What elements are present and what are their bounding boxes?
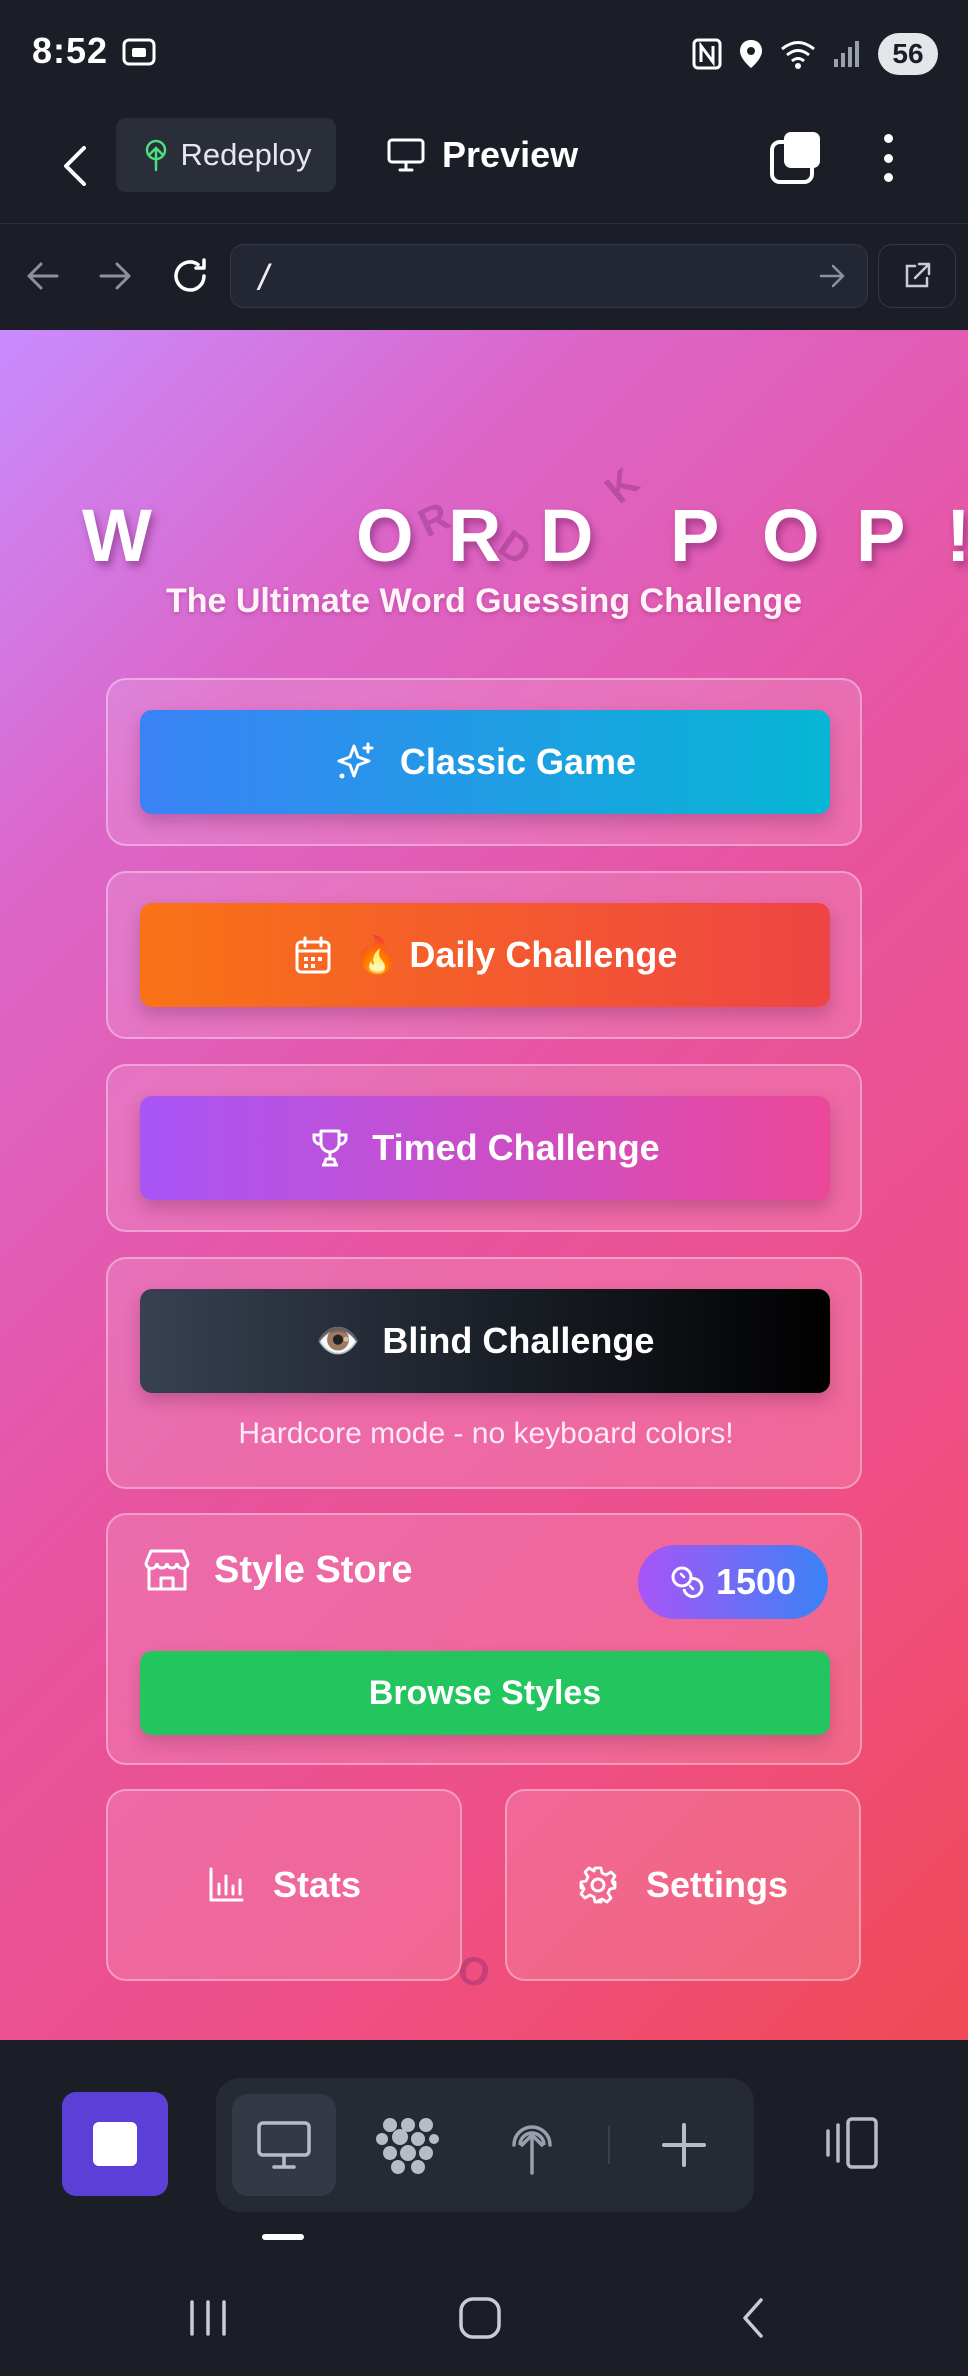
stop-button[interactable] bbox=[62, 2092, 168, 2196]
arrow-left-icon[interactable] bbox=[18, 252, 66, 300]
device-frame-button[interactable] bbox=[810, 2108, 890, 2178]
tool-group bbox=[216, 2078, 754, 2212]
title-letter: R bbox=[448, 494, 502, 577]
plus-icon bbox=[662, 2123, 706, 2167]
recents-button[interactable] bbox=[178, 2288, 238, 2348]
daily-challenge-label: Daily Challenge bbox=[409, 934, 678, 975]
game-title: W O R D P O P ! bbox=[0, 486, 968, 586]
classic-card: Classic Game bbox=[106, 678, 862, 846]
stop-icon bbox=[93, 2122, 137, 2166]
back-button[interactable] bbox=[48, 134, 102, 198]
external-link-icon bbox=[905, 262, 931, 288]
device-frame-icon bbox=[826, 2117, 878, 2169]
external-link-button[interactable] bbox=[878, 244, 956, 308]
coin-balance: 1500 bbox=[638, 1545, 828, 1619]
calendar-icon bbox=[295, 936, 331, 974]
blind-description: Hardcore mode - no keyboard colors! bbox=[238, 1417, 734, 1450]
blind-challenge-label: Blind Challenge bbox=[382, 1320, 655, 1361]
wifi-icon bbox=[781, 41, 815, 69]
redeploy-icon bbox=[145, 139, 166, 172]
redeploy-button[interactable]: Redeploy bbox=[116, 118, 336, 192]
browser-toolbar: / bbox=[0, 224, 968, 330]
add-button[interactable] bbox=[632, 2094, 736, 2196]
redeploy-label: Redeploy bbox=[180, 137, 312, 172]
eye-emoji: 👁️ bbox=[315, 1321, 361, 1362]
battery-badge: 56 bbox=[878, 33, 938, 75]
stats-label: Stats bbox=[272, 1864, 362, 1905]
coin-count: 1500 bbox=[715, 1561, 797, 1602]
go-arrow-icon[interactable] bbox=[815, 259, 849, 293]
browse-styles-label: Browse Styles bbox=[368, 1673, 602, 1712]
timed-challenge-label: Timed Challenge bbox=[372, 1127, 660, 1168]
location-icon bbox=[740, 40, 762, 68]
classic-game-label: Classic Game bbox=[399, 741, 637, 782]
settings-button[interactable]: Settings bbox=[505, 1789, 861, 1981]
home-button[interactable] bbox=[450, 2288, 510, 2348]
status-icons: 56 bbox=[692, 32, 938, 76]
monitor-icon bbox=[257, 2121, 311, 2169]
title-letter: ! bbox=[946, 486, 968, 586]
more-vertical-icon[interactable] bbox=[868, 128, 908, 188]
sparkles-icon bbox=[337, 742, 374, 779]
back-icon bbox=[743, 2298, 763, 2338]
blind-challenge-button[interactable]: 👁️ Blind Challenge bbox=[140, 1289, 830, 1393]
preview-label: Preview bbox=[442, 134, 579, 175]
style-store-header: Style Store bbox=[142, 1547, 413, 1593]
deploy-button[interactable] bbox=[480, 2094, 584, 2196]
url-input[interactable]: / bbox=[230, 244, 868, 308]
arrow-right-icon[interactable] bbox=[92, 252, 140, 300]
game-subtitle: The Ultimate Word Guessing Challenge bbox=[165, 582, 803, 620]
toolbar-divider bbox=[608, 2126, 610, 2164]
system-back-button[interactable] bbox=[722, 2288, 782, 2348]
bar-chart-icon bbox=[209, 1867, 244, 1902]
chevron-left-icon bbox=[64, 146, 86, 186]
home-icon bbox=[459, 2297, 501, 2339]
settings-label: Settings bbox=[645, 1864, 788, 1905]
store-icon bbox=[144, 1549, 190, 1591]
recents-icon bbox=[190, 2300, 226, 2336]
title-letter: O bbox=[356, 494, 414, 577]
status-time: 8:52 bbox=[32, 30, 109, 71]
stats-button[interactable]: Stats bbox=[106, 1789, 462, 1981]
daily-challenge-button[interactable]: 🔥 Daily Challenge bbox=[140, 903, 830, 1007]
blind-card: 👁️ Blind Challenge Hardcore mode - no ke… bbox=[106, 1257, 862, 1489]
signal-icon bbox=[834, 41, 859, 67]
app-bar: Redeploy Preview bbox=[0, 110, 968, 224]
apps-grid-icon bbox=[376, 2118, 439, 2174]
classic-game-button[interactable]: Classic Game bbox=[140, 710, 830, 814]
monitor-icon bbox=[387, 138, 425, 172]
url-text: / bbox=[255, 257, 275, 295]
title-letter: W bbox=[82, 494, 152, 577]
game-page: W O R D P O P ! R D K O The Ultimate Wor… bbox=[0, 330, 968, 2040]
timed-card: Timed Challenge bbox=[106, 1064, 862, 1232]
browse-styles-button[interactable]: Browse Styles bbox=[140, 1651, 830, 1735]
title-letter: P bbox=[856, 494, 906, 577]
reload-icon[interactable] bbox=[166, 252, 214, 300]
bottom-toolbar bbox=[0, 2040, 968, 2376]
tabs-icon[interactable] bbox=[766, 128, 826, 188]
apps-grid-button[interactable] bbox=[356, 2094, 460, 2196]
nfc-icon bbox=[692, 38, 722, 70]
title-letter: O bbox=[762, 494, 820, 577]
gear-icon bbox=[579, 1866, 617, 1904]
screenshot-icon bbox=[122, 38, 156, 66]
status-bar: 8:52 56 bbox=[0, 0, 968, 110]
style-store-title: Style Store bbox=[214, 1548, 413, 1591]
home-indicator bbox=[262, 2234, 304, 2240]
trophy-icon bbox=[312, 1129, 348, 1167]
preview-tab[interactable]: Preview bbox=[386, 118, 578, 192]
fire-emoji: 🔥 bbox=[354, 935, 400, 976]
coins-icon bbox=[671, 1566, 704, 1599]
daily-card: 🔥 Daily Challenge bbox=[106, 871, 862, 1039]
title-letter: D bbox=[540, 494, 594, 577]
title-letter: P bbox=[670, 494, 720, 577]
timed-challenge-button[interactable]: Timed Challenge bbox=[140, 1096, 830, 1200]
style-store-card: Style Store 1500 Browse Styles bbox=[106, 1513, 862, 1765]
deploy-icon bbox=[512, 2125, 552, 2175]
monitor-tool-button[interactable] bbox=[232, 2094, 336, 2196]
